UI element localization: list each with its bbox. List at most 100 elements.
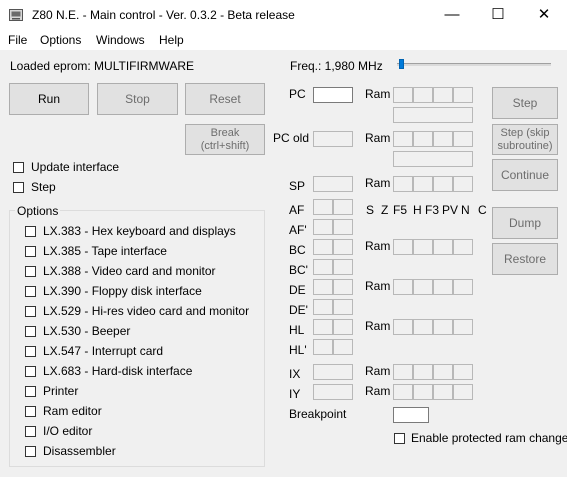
option-checkbox-io-editor[interactable] [25, 426, 36, 437]
bc-high-field [313, 239, 333, 255]
update-interface-checkbox[interactable] [13, 162, 24, 173]
step-skip-subroutine-button[interactable]: Step (skip subroutine) [492, 124, 558, 155]
freq-slider-thumb[interactable] [399, 59, 404, 69]
freq-label: Freq.: 1,980 MHz [290, 59, 383, 73]
ram-cell-pc-old-1 [393, 131, 413, 147]
bc-label: BC [289, 243, 306, 257]
option-checkbox-lx388[interactable] [25, 266, 36, 277]
ram-label-ix: Ram [365, 364, 391, 378]
step-checkbox[interactable] [13, 182, 24, 193]
enable-protected-ram-checkbox[interactable] [394, 433, 405, 444]
hl-high-field [313, 319, 333, 335]
ram-cell-ix-1 [393, 364, 413, 380]
enable-protected-ram-label: Enable protected ram change [411, 431, 567, 445]
ram-cell-iy-3 [433, 384, 453, 400]
pc-label: PC [289, 87, 306, 101]
option-checkbox-lx547[interactable] [25, 346, 36, 357]
option-checkbox-lx529[interactable] [25, 306, 36, 317]
option-label-ram-editor: Ram editor [43, 404, 102, 418]
ram-cell-pc-old-3 [433, 131, 453, 147]
ix-field [313, 364, 353, 380]
ram-cell-hl-4 [453, 319, 473, 335]
ram-cell-ix-2 [413, 364, 433, 380]
continue-button[interactable]: Continue [492, 159, 558, 191]
de2-low-field [333, 299, 353, 315]
option-checkbox-printer[interactable] [25, 386, 36, 397]
menu-options[interactable]: Options [40, 33, 81, 47]
ram-label-pc-old: Ram [365, 131, 391, 145]
menu-help[interactable]: Help [159, 33, 184, 47]
hl2-low-field [333, 339, 353, 355]
dump-button[interactable]: Dump [492, 207, 558, 239]
ram-cell-pc-1 [393, 87, 413, 103]
ram-cell-pc-2 [413, 87, 433, 103]
ram-cell-pc-4 [453, 87, 473, 103]
hl-label: HL [289, 323, 305, 337]
menu-bar [0, 30, 567, 51]
option-checkbox-disassembler[interactable] [25, 446, 36, 457]
option-label-lx547: LX.547 - Interrupt card [43, 344, 164, 358]
sp-field [313, 176, 353, 192]
freq-slider[interactable] [397, 63, 551, 66]
ram-cell-de-2 [413, 279, 433, 295]
af2-low-field [333, 219, 353, 235]
ram-cell-pc-3 [433, 87, 453, 103]
ram-cell-hl-2 [413, 319, 433, 335]
update-interface-label: Update interface [31, 160, 120, 174]
reset-button[interactable]: Reset [185, 83, 265, 115]
ram-label-hl: Ram [365, 319, 391, 333]
option-checkbox-lx530[interactable] [25, 326, 36, 337]
menu-windows[interactable]: Windows [96, 33, 145, 47]
de-high-field [313, 279, 333, 295]
breakpoint-field[interactable] [393, 407, 429, 423]
pc-field[interactable] [313, 87, 353, 103]
options-group-title: Options [15, 204, 61, 218]
ram-cell-sp-2 [413, 176, 433, 192]
menu-file[interactable]: File [8, 33, 27, 47]
ram-cell-sp-1 [393, 176, 413, 192]
restore-button[interactable]: Restore [492, 243, 558, 275]
option-checkbox-ram-editor[interactable] [25, 406, 36, 417]
ram-cell-sp-3 [433, 176, 453, 192]
af-label: AF [289, 203, 305, 217]
ram-cell-hl-3 [433, 319, 453, 335]
break-button[interactable]: Break (ctrl+shift) [185, 124, 265, 155]
ram-label-pc: Ram [365, 87, 391, 101]
option-checkbox-lx683[interactable] [25, 366, 36, 377]
option-label-lx388: LX.388 - Video card and monitor [43, 264, 216, 278]
ram-cell-iy-2 [413, 384, 433, 400]
ram-label-sp: Ram [365, 176, 391, 190]
option-label-lx529: LX.529 - Hi-res video card and monitor [43, 304, 250, 318]
step-button[interactable]: Step [492, 87, 558, 119]
minimize-button[interactable]: — [429, 0, 475, 30]
flag-f3: F3 [425, 203, 440, 217]
af-high-field [313, 199, 333, 215]
ram-cell-ix-3 [433, 364, 453, 380]
option-label-printer: Printer [43, 384, 79, 398]
bc-low-field [333, 239, 353, 255]
ram-cell-iy-4 [453, 384, 473, 400]
close-button[interactable]: ✕ [521, 0, 567, 30]
pc-old-field [313, 131, 353, 147]
ram-cell-bc-3 [433, 239, 453, 255]
bc2-label: BC' [289, 263, 308, 277]
option-checkbox-lx383[interactable] [25, 226, 36, 237]
option-checkbox-lx390[interactable] [25, 286, 36, 297]
ram-text-pc [393, 107, 473, 123]
app-icon [9, 9, 23, 21]
ram-label-de: Ram [365, 279, 391, 293]
option-label-lx390: LX.390 - Floppy disk interface [43, 284, 202, 298]
de-low-field [333, 279, 353, 295]
breakpoint-label: Breakpoint [289, 407, 347, 421]
option-checkbox-lx385[interactable] [25, 246, 36, 257]
de2-high-field [313, 299, 333, 315]
ram-label-bc: Ram [365, 239, 391, 253]
stop-button[interactable]: Stop [97, 83, 178, 115]
step-check-label: Step [31, 180, 56, 194]
hl2-label: HL' [289, 343, 307, 357]
de2-label: DE' [289, 303, 308, 317]
ram-cell-sp-4 [453, 176, 473, 192]
maximize-button[interactable]: ☐ [475, 0, 521, 30]
run-button[interactable]: Run [9, 83, 89, 115]
ram-cell-bc-4 [453, 239, 473, 255]
